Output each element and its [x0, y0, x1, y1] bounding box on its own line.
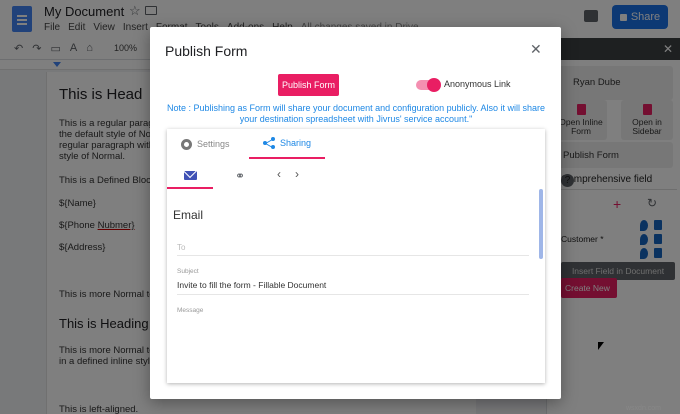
gear-icon [181, 138, 192, 150]
tab-settings[interactable]: Settings [181, 129, 230, 159]
message-textarea[interactable] [177, 315, 529, 375]
email-icon [183, 170, 197, 180]
subject-field-underline [177, 294, 529, 295]
mouse-cursor [598, 342, 604, 350]
anonymous-link-toggle[interactable] [416, 78, 441, 92]
link-icon: ⚭ [234, 169, 246, 183]
subtab-email[interactable] [167, 163, 213, 189]
message-label: Message [177, 307, 204, 314]
chevron-left-icon[interactable]: ‹ [277, 167, 281, 181]
subtab-link[interactable]: ⚭ [227, 163, 253, 189]
panel-scrollbar[interactable] [539, 189, 543, 259]
to-field[interactable]: To [177, 243, 185, 252]
email-heading: Email [173, 208, 204, 222]
anonymous-link-label: Anonymous Link [444, 79, 511, 89]
dialog-title: Publish Form [165, 43, 248, 59]
subject-label: Subject [177, 268, 199, 275]
close-icon[interactable]: ✕ [530, 41, 542, 58]
subject-input[interactable]: Invite to fill the form - Fillable Docum… [177, 280, 326, 290]
publish-form-button[interactable]: Publish Form [278, 74, 339, 96]
watermark: wsxdn.com [626, 405, 662, 412]
publish-note: Note : Publishing as Form will share you… [166, 103, 545, 124]
share-icon [262, 137, 275, 149]
to-field-underline [177, 255, 529, 256]
tab-sharing[interactable]: Sharing [249, 129, 325, 159]
chevron-right-icon[interactable]: › [295, 167, 299, 181]
toggle-knob [427, 78, 441, 92]
config-panel: Settings Sharing ⚭ ‹ › Email To Subject … [167, 129, 545, 383]
publish-form-dialog: Publish Form ✕ Publish Form Anonymous Li… [150, 27, 561, 399]
